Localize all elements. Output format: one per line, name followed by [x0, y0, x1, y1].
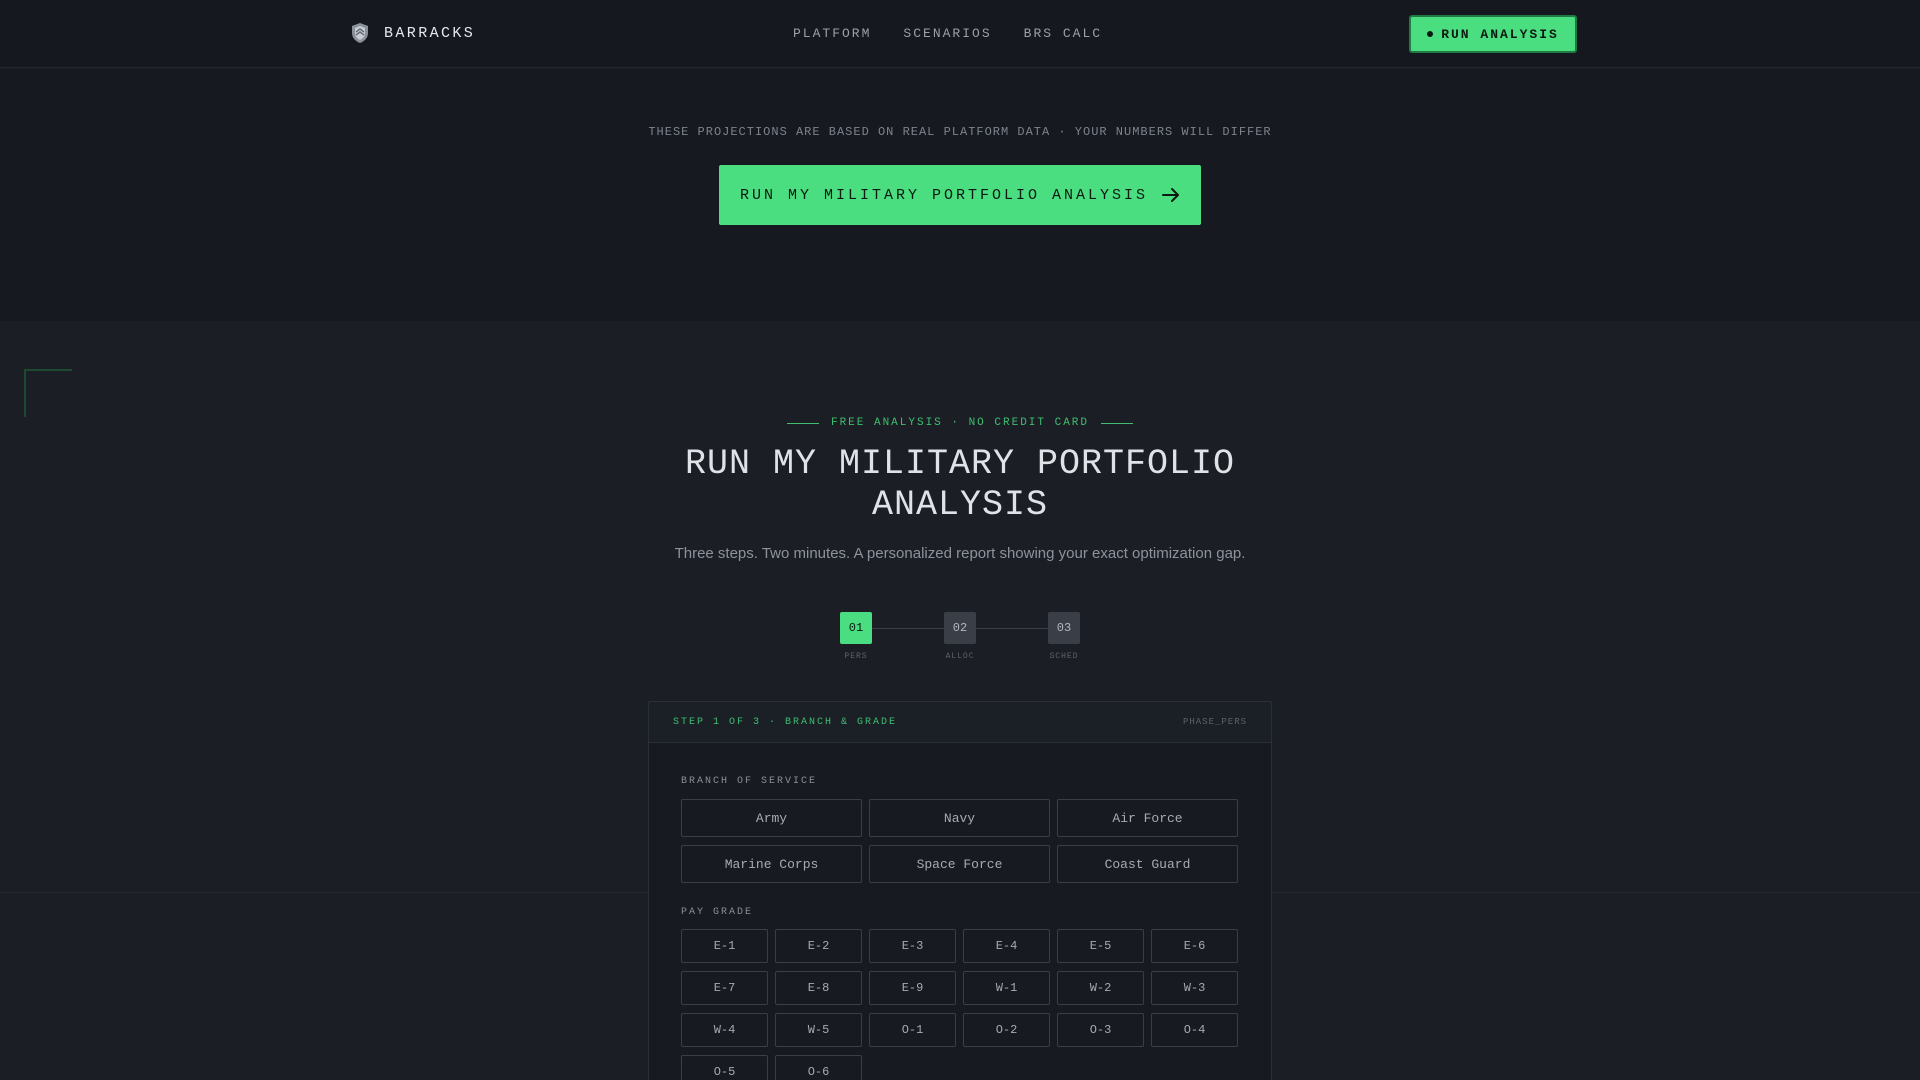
branch-option-coast-guard[interactable]: Coast Guard	[1057, 845, 1238, 883]
pay-grade-options: E-1 E-2 E-3 E-4 E-5 E-6 E-7 E-8 E-9 W-1 W-2 W-3 W-4 W…	[681, 929, 1239, 1080]
step-number: 01	[840, 612, 872, 644]
step-sched[interactable]: 03 SCHED	[1039, 612, 1089, 661]
pay-grade-option-o-3[interactable]: O-3	[1057, 1013, 1144, 1047]
eyebrow-text: FREE ANALYSIS · NO CREDIT CARD	[830, 417, 1090, 429]
run-portfolio-analysis-button[interactable]: RUN MY MILITARY PORTFOLIO ANALYSIS	[719, 165, 1201, 225]
progress-stepper: 01 PERS 02 ALLOC 03 SCHED	[0, 612, 1920, 662]
arrow-right-icon	[1162, 188, 1180, 202]
step-label: ALLOC	[945, 652, 975, 661]
step-label: SCHED	[1049, 652, 1079, 661]
shield-logo-icon	[352, 23, 368, 43]
run-analysis-button[interactable]: RUN ANALYSIS	[1409, 15, 1577, 53]
nav-links: PLATFORM SCENARIOS BRS CALC	[793, 26, 1102, 41]
step-connector-1	[872, 628, 944, 629]
step-alloc[interactable]: 02 ALLOC	[935, 612, 985, 661]
branch-option-air-force[interactable]: Air Force	[1057, 799, 1238, 837]
branch-label: BRANCH OF SERVICE	[681, 776, 818, 787]
step-number: 03	[1048, 612, 1080, 644]
card-step-indicator: STEP 1 OF 3 · BRANCH & GRADE	[673, 716, 898, 728]
pay-grade-option-e-6[interactable]: E-6	[1151, 929, 1238, 963]
pay-grade-option-o-6[interactable]: O-6	[775, 1055, 862, 1080]
pay-grade-label: PAY GRADE	[681, 907, 754, 918]
nav-link-brs-calc[interactable]: BRS CALC	[1024, 26, 1102, 41]
page-title-line-1: RUN MY MILITARY PORTFOLIO	[684, 444, 1236, 484]
pay-grade-option-e-2[interactable]: E-2	[775, 929, 862, 963]
branch-option-army[interactable]: Army	[681, 799, 862, 837]
branch-option-marine-corps[interactable]: Marine Corps	[681, 845, 862, 883]
branch-option-navy[interactable]: Navy	[869, 799, 1050, 837]
page-subtitle: Three steps. Two minutes. A personalized…	[674, 545, 1246, 562]
dot-icon	[1427, 31, 1434, 37]
pay-grade-option-e-7[interactable]: E-7	[681, 971, 768, 1005]
pay-grade-option-o-5[interactable]: O-5	[681, 1055, 768, 1080]
step-pers[interactable]: 01 PERS	[831, 612, 881, 661]
eyebrow-rule-left	[786, 422, 819, 424]
pay-grade-option-e-9[interactable]: E-9	[869, 971, 956, 1005]
pay-grade-option-w-5[interactable]: W-5	[775, 1013, 862, 1047]
pay-grade-option-e-5[interactable]: E-5	[1057, 929, 1144, 963]
nav-link-platform[interactable]: PLATFORM	[793, 26, 871, 41]
pay-grade-option-w-1[interactable]: W-1	[963, 971, 1050, 1005]
card-header: STEP 1 OF 3 · BRANCH & GRADE PHASE_PERS	[649, 702, 1271, 743]
branch-options: Army Navy Air Force Marine Corps Space F…	[681, 799, 1239, 883]
pay-grade-option-w-4[interactable]: W-4	[681, 1013, 768, 1047]
pay-grade-option-o-4[interactable]: O-4	[1151, 1013, 1238, 1047]
pay-grade-option-o-2[interactable]: O-2	[963, 1013, 1050, 1047]
pay-grade-option-w-3[interactable]: W-3	[1151, 971, 1238, 1005]
brand-name: BARRACKS	[384, 24, 476, 42]
pay-grade-option-o-1[interactable]: O-1	[869, 1013, 956, 1047]
run-analysis-label: RUN ANALYSIS	[1441, 26, 1559, 42]
top-nav: BARRACKS PLATFORM SCENARIOS BRS CALC RUN…	[0, 0, 1920, 68]
page-title-line-2: ANALYSIS	[871, 485, 1049, 525]
step-connector-2	[976, 628, 1048, 629]
pay-grade-option-w-2[interactable]: W-2	[1057, 971, 1144, 1005]
pay-grade-option-e-3[interactable]: E-3	[869, 929, 956, 963]
pay-grade-option-e-8[interactable]: E-8	[775, 971, 862, 1005]
brand[interactable]: BARRACKS	[350, 22, 475, 44]
eyebrow-rule-right	[1101, 422, 1134, 424]
pay-grade-option-e-4[interactable]: E-4	[963, 929, 1050, 963]
eyebrow: FREE ANALYSIS · NO CREDIT CARD	[0, 417, 1920, 429]
card-phase-tag: PHASE_PERS	[1182, 717, 1247, 727]
analysis-form-card: STEP 1 OF 3 · BRANCH & GRADE PHASE_PERS …	[648, 701, 1272, 1080]
nav-link-scenarios[interactable]: SCENARIOS	[903, 26, 991, 41]
run-portfolio-analysis-label: RUN MY MILITARY PORTFOLIO ANALYSIS	[739, 186, 1149, 204]
step-label: PERS	[844, 652, 868, 661]
pay-grade-option-e-1[interactable]: E-1	[681, 929, 768, 963]
projection-disclaimer: THESE PROJECTIONS ARE BASED ON REAL PLAT…	[648, 125, 1272, 139]
corner-bracket-decoration	[24, 369, 72, 417]
page-title: RUN MY MILITARY PORTFOLIO ANALYSIS	[560, 444, 1360, 526]
step-number: 02	[944, 612, 976, 644]
branch-option-space-force[interactable]: Space Force	[869, 845, 1050, 883]
